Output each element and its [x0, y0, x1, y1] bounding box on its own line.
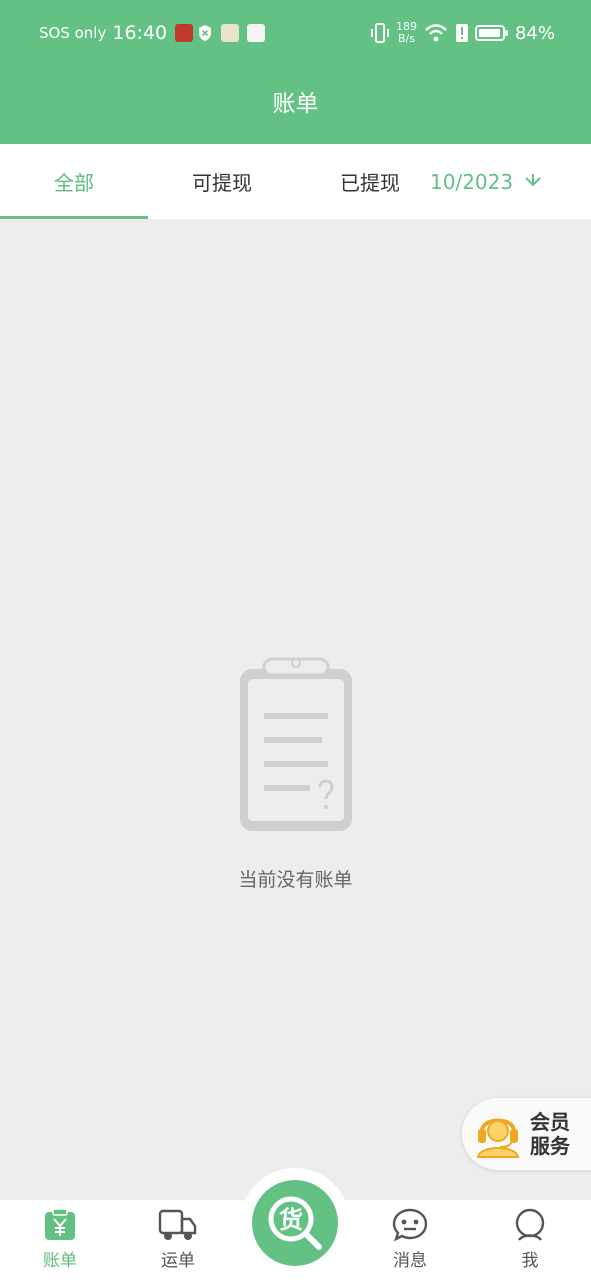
empty-state: 当前没有账单 — [0, 655, 591, 891]
chevron-down-icon — [525, 173, 541, 186]
tab-all[interactable]: 全部 — [0, 144, 148, 219]
truck-icon — [158, 1209, 197, 1240]
find-cargo-button[interactable]: 货 — [252, 1180, 338, 1266]
tab-withdrawn[interactable]: 已提现 — [296, 144, 444, 219]
month-picker-value: 10/2023 — [430, 169, 514, 194]
carrier-text: SOS only — [39, 24, 107, 42]
battery-percent: 84% — [514, 22, 555, 44]
profile-icon — [515, 1208, 545, 1241]
vibrate-icon — [370, 23, 389, 43]
nav-item-profile[interactable]: 我 — [490, 1208, 570, 1274]
nav-item-bills[interactable]: 账单 — [20, 1208, 100, 1274]
app-notification-icon — [175, 24, 194, 42]
status-left: SOS only 16:40 — [39, 20, 266, 46]
wifi-icon — [425, 24, 447, 42]
clock-time: 16:40 — [112, 22, 168, 44]
active-tab-indicator — [0, 216, 148, 219]
shield-icon — [199, 25, 212, 41]
member-service-button[interactable]: 会员 服务 — [462, 1098, 591, 1170]
tab-withdrawable[interactable]: 可提现 — [148, 144, 296, 219]
member-service-label: 会员 服务 — [530, 1110, 578, 1158]
member-service-line2: 服务 — [530, 1134, 570, 1158]
message-icon — [392, 1208, 428, 1242]
sim-alert-icon — [455, 24, 468, 42]
nav-label-profile: 我 — [521, 1251, 539, 1271]
nav-item-messages[interactable]: 消息 — [370, 1208, 450, 1274]
month-picker[interactable]: 10/2023 — [430, 144, 570, 219]
chat-app-icon — [221, 24, 240, 42]
tab-all-label: 全部 — [54, 171, 94, 195]
mail-app-icon — [247, 24, 266, 42]
cargo-search-glyph: 货 — [279, 1206, 303, 1234]
bill-icon — [45, 1208, 75, 1240]
nav-label-messages: 消息 — [393, 1251, 427, 1271]
tab-withdrawable-label: 可提现 — [192, 171, 252, 195]
member-service-line1: 会员 — [530, 1110, 570, 1134]
nav-label-bills: 账单 — [43, 1251, 77, 1271]
cargo-search-icon: 货 — [268, 1196, 322, 1250]
status-bar: SOS only 16:40 189 B/s 84% — [0, 0, 591, 68]
customer-service-icon — [476, 1118, 520, 1158]
empty-state-message: 当前没有账单 — [238, 869, 353, 891]
tab-withdrawn-label: 已提现 — [340, 171, 400, 195]
nav-item-waybills[interactable]: 运单 — [138, 1208, 218, 1274]
status-right: 189 B/s 84% — [370, 18, 555, 48]
page-title: 账单 — [272, 91, 319, 117]
nav-label-waybills: 运单 — [161, 1251, 195, 1271]
empty-clipboard-icon — [239, 657, 352, 831]
net-speed-unit: B/s — [397, 32, 415, 45]
battery-icon — [474, 25, 508, 41]
bill-filter-tabs: 全部 可提现 已提现 10/2023 — [0, 144, 591, 219]
net-speed: 189 B/s — [396, 21, 417, 45]
app-header: SOS only 16:40 189 B/s 84% 账单 — [0, 0, 591, 144]
